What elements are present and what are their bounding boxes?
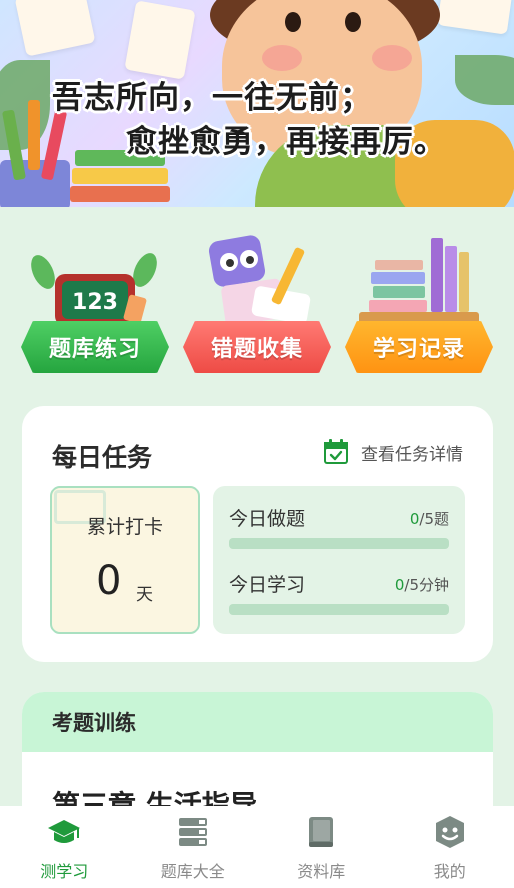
flying-paper-decoration	[124, 0, 196, 80]
smiley-profile-icon	[432, 814, 468, 850]
checkin-title: 累计打卡	[86, 516, 163, 538]
checkin-count: 0	[96, 558, 122, 604]
svg-text:123: 123	[72, 290, 118, 315]
character-cheek	[372, 45, 412, 71]
book-stack-icon	[175, 814, 211, 850]
character-eye	[285, 12, 301, 32]
leaf-decoration	[455, 55, 514, 105]
blackboard-123-icon: 123	[21, 232, 169, 327]
study-record-label: 学习记录	[345, 321, 493, 373]
study-record-button[interactable]: 学习记录	[345, 232, 493, 380]
graduation-cap-icon	[46, 814, 82, 850]
tab-resource-library[interactable]: 资料库	[257, 806, 386, 888]
calendar-check-icon	[323, 439, 349, 465]
wrong-question-collection-label: 错题收集	[183, 321, 331, 373]
checkin-counter: 累计打卡 0 天	[50, 486, 200, 634]
study-progress-value: 0/5分钟	[394, 576, 449, 594]
exam-training-title: 考题训练	[22, 692, 493, 752]
hero-banner: 吾志所向，一往无前； 愈挫愈勇，再接再厉。	[0, 0, 514, 207]
checkin-unit: 天	[136, 585, 153, 605]
study-progress-bar	[229, 604, 449, 615]
book-decoration	[70, 186, 170, 202]
questions-progress-label: 今日做题	[229, 508, 306, 530]
question-bank-practice-label: 题库练习	[21, 321, 169, 373]
book-icon	[303, 814, 339, 850]
character-eye	[345, 12, 361, 32]
motto-line-2: 愈挫愈勇，再接再厉。	[126, 124, 446, 160]
tab-test-study[interactable]: 测学习	[0, 806, 129, 888]
tab-question-bank[interactable]: 题库大全	[129, 806, 258, 888]
view-task-details-label: 查看任务详情	[361, 444, 463, 465]
motto-line-1: 吾志所向，一往无前；	[52, 80, 372, 116]
notebook-pencil-icon	[183, 232, 331, 327]
view-task-details-link[interactable]: 查看任务详情	[323, 439, 463, 465]
flying-paper-decoration	[437, 0, 513, 35]
flying-paper-decoration	[14, 0, 96, 57]
books-stack-icon	[345, 232, 493, 327]
bottom-tab-bar: 测学习 题库大全 资料库 我的	[0, 806, 514, 888]
wrong-question-collection-button[interactable]: 错题收集	[183, 232, 331, 380]
daily-task-card: 每日任务 查看任务详情 累计打卡 0 天 今日做题 0/5题 今日学习 0/5分…	[22, 406, 493, 662]
tab-profile[interactable]: 我的	[386, 806, 514, 888]
pencil-decoration	[28, 100, 40, 170]
tab-test-study-label: 测学习	[40, 862, 89, 881]
tab-resource-library-label: 资料库	[297, 862, 346, 881]
character-cheek	[262, 45, 302, 71]
questions-progress-bar	[229, 538, 449, 549]
study-progress-label: 今日学习	[229, 574, 306, 596]
book-decoration	[72, 168, 168, 184]
tab-profile-label: 我的	[433, 862, 466, 881]
daily-task-title: 每日任务	[52, 443, 153, 472]
tab-question-bank-label: 题库大全	[160, 862, 225, 881]
daily-progress-panel: 今日做题 0/5题 今日学习 0/5分钟	[213, 486, 465, 634]
question-bank-practice-button[interactable]: 123 题库练习	[21, 232, 169, 380]
questions-progress-value: 0/5题	[409, 510, 449, 528]
